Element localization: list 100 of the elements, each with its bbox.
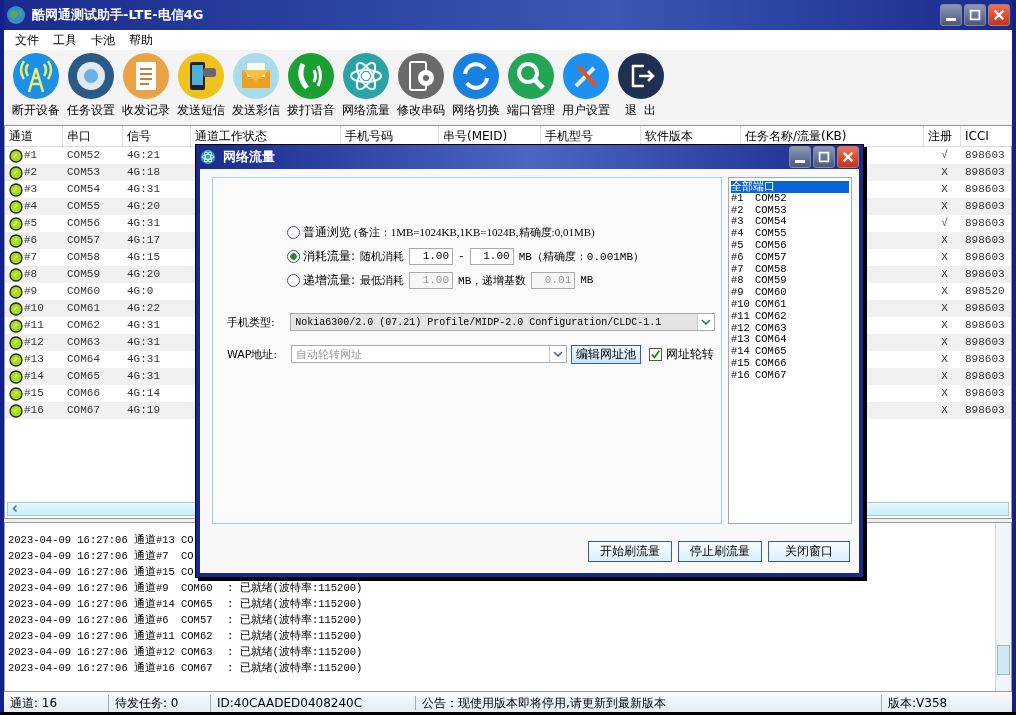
status-text: 通道: 16 (4, 694, 109, 712)
toolbar-button[interactable]: 发送彩信 (228, 52, 283, 119)
table-cell-text: 4G:31 (127, 216, 160, 231)
port-list-item[interactable]: #2 COM53 (731, 204, 849, 217)
window-title: 酷网通测试助手-LTE-电信4G (32, 6, 204, 24)
toolbar-button[interactable]: 端口管理 (503, 52, 558, 119)
port-list-item[interactable]: #9 COM60 (731, 287, 849, 299)
port-list-item[interactable]: #4 COM55 (731, 228, 849, 240)
close-icon (841, 150, 855, 164)
close-button[interactable] (837, 146, 859, 168)
dialog-button[interactable]: 关闭窗口 (768, 541, 850, 562)
table-cell-text: 4G:31 (127, 318, 160, 333)
table-cell-text: COM63 (67, 335, 100, 350)
column-header[interactable]: 信号 (123, 126, 191, 146)
toolbar-button[interactable]: 退 出 (613, 52, 668, 119)
port-list-item[interactable]: #13 COM64 (731, 334, 849, 347)
maximize-button[interactable] (964, 4, 986, 26)
dialog-button[interactable]: 停止刷流量 (678, 541, 762, 562)
status-text: 公告：现使用版本即将停用,请更新到最新版本 (416, 694, 882, 712)
port-list-item[interactable]: #14 COM65 (731, 346, 849, 358)
port-list-item[interactable]: #10 COM61 (731, 298, 849, 311)
menu-item[interactable]: 卡池 (84, 31, 122, 49)
table-cell-text: 4G:17 (127, 233, 160, 248)
toolbar-button[interactable]: 网络流量 (338, 52, 393, 119)
table-cell-text: COM62 (67, 318, 100, 333)
table-cell-text: 4G:15 (127, 250, 160, 265)
port-list-item[interactable]: #12 COM63 (731, 322, 849, 335)
radio-label[interactable]: 普通浏览 (303, 223, 351, 241)
toolbar-button[interactable]: 任务设置 (63, 52, 118, 119)
port-list-item[interactable]: #7 COM58 (731, 263, 849, 276)
table-cell-text: 898603 (965, 199, 1005, 214)
minimize-button[interactable] (940, 4, 962, 26)
menu-item[interactable]: 帮助 (122, 31, 160, 49)
table-cell-text: #3 (24, 182, 38, 197)
field-label: WAP地址: (227, 346, 279, 362)
vertical-scrollbar[interactable] (995, 523, 1011, 691)
table-cell-text: 898603 (965, 369, 1005, 384)
input-field[interactable]: 1.00 (409, 247, 454, 265)
table-cell-text: √ (941, 148, 948, 163)
minimize-button[interactable] (789, 146, 811, 168)
maximize-button[interactable] (813, 146, 835, 168)
toolbar-button[interactable]: 拨打语音 (283, 52, 338, 119)
table-cell-text: 898603 (965, 301, 1005, 316)
table-cell-text: X (941, 335, 948, 350)
column-header[interactable]: 注册 (924, 126, 961, 146)
status-dot-icon (9, 148, 23, 163)
toolbar-button[interactable]: 发送短信 (173, 52, 228, 119)
menu-item[interactable]: 工具 (46, 31, 84, 49)
column-header[interactable]: ICCI (961, 126, 1012, 146)
table-cell-text: 898603 (965, 216, 1005, 231)
column-header[interactable]: 通道 (5, 126, 63, 146)
table-cell-text: X (941, 386, 948, 401)
port-list-item[interactable]: #15 COM66 (731, 357, 849, 370)
port-list-item[interactable]: #11 COM62 (731, 310, 849, 323)
status-dot-icon (9, 352, 23, 367)
table-cell-text: COM61 (67, 301, 100, 316)
status-dot-icon (9, 318, 23, 333)
table-cell-text: 898603 (965, 267, 1005, 282)
port-list-item[interactable]: 全部端口 (731, 181, 849, 193)
menu-item[interactable]: 文件 (8, 31, 46, 49)
field-label: 手机类型: (227, 314, 276, 330)
toolbar-button[interactable]: 收发记录 (118, 52, 173, 119)
toolbar-button[interactable]: 用户设置 (558, 52, 613, 119)
checkbox[interactable] (649, 347, 662, 361)
toolbar-button[interactable]: 修改串码 (393, 52, 448, 119)
table-cell-text: 4G:31 (127, 335, 160, 350)
table-cell-text: X (941, 267, 948, 282)
toolbar-button[interactable]: 网络切换 (448, 52, 503, 119)
status-dot-icon (9, 369, 23, 384)
table-cell-text: COM54 (67, 182, 100, 197)
port-list-item[interactable]: #5 COM56 (731, 240, 849, 252)
table-cell-text: #13 (24, 352, 44, 367)
close-button[interactable] (988, 4, 1010, 26)
column-header[interactable]: 串口 (63, 126, 123, 146)
radio-label[interactable]: 消耗流量: (303, 247, 356, 265)
port-list-item[interactable]: #8 COM59 (731, 275, 849, 288)
phone-type-dropdown[interactable]: Nokia6300/2.0 (07.21) Profile/MIDP-2.0 Configuration/CLDC-1.1 (290, 313, 715, 331)
port-list-item[interactable]: #16 COM67 (731, 369, 849, 382)
status-dot-icon (9, 267, 23, 282)
dialog-title: 网络流量 (223, 148, 275, 166)
input-field[interactable]: 1.00 (469, 247, 514, 265)
radio-button[interactable] (287, 249, 300, 263)
table-cell-text: 898603 (965, 182, 1005, 197)
table-cell-text: COM59 (67, 267, 100, 282)
minimize-icon (946, 18, 956, 21)
log-line: 2023-04-09 16:27:06 通道#12 COM63 : 已就绪(波特率:115200) (8, 645, 363, 660)
checkbox-label[interactable]: 网址轮转 (666, 345, 714, 363)
table-cell-text: 4G:31 (127, 352, 160, 367)
table-cell-text: 4G:21 (127, 148, 160, 163)
toolbar-button[interactable]: 断开设备 (8, 52, 63, 119)
edit-url-pool-button[interactable]: 编辑网址池 (571, 344, 641, 364)
port-list-item[interactable]: #1 COM52 (731, 192, 849, 205)
table-cell-text: 898603 (965, 403, 1005, 418)
port-list-item[interactable]: #3 COM54 (731, 216, 849, 229)
dialog-button[interactable]: 开始刷流量 (588, 541, 672, 562)
port-list-item[interactable]: #6 COM57 (731, 251, 849, 264)
field-label: MB（精确度：0.001MB） (518, 249, 645, 264)
radio-button[interactable] (287, 225, 300, 239)
status-text: 版本:V358 (887, 694, 949, 712)
table-cell-text: #4 (24, 199, 38, 214)
